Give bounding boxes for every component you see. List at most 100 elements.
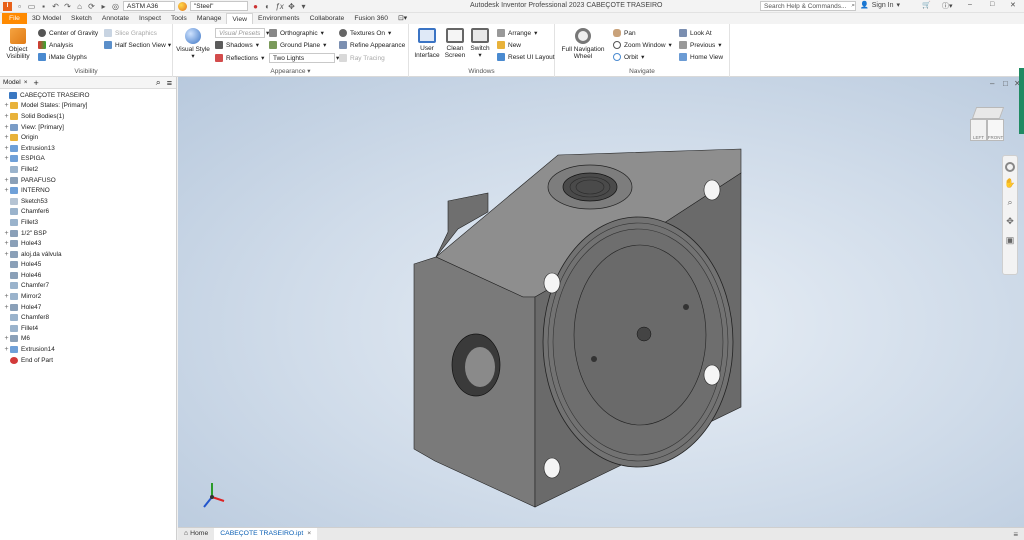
expand-icon[interactable]: +	[3, 113, 10, 120]
nav-wheel-icon[interactable]	[1005, 162, 1015, 172]
clear-override-icon[interactable]: ◐	[263, 2, 272, 11]
minimize-button[interactable]: –	[968, 1, 972, 8]
tab-environments[interactable]: Environments	[253, 13, 305, 24]
tab-fusion-360[interactable]: Fusion 360	[349, 13, 393, 24]
browser-tab-model[interactable]: Model	[3, 79, 21, 86]
browser-tree-item[interactable]: + Origin	[0, 132, 176, 143]
browser-tree-item[interactable]: Sketch53	[0, 196, 176, 207]
user-interface-button[interactable]: User Interface	[412, 28, 442, 59]
analysis-button[interactable]: Analysis	[38, 41, 73, 49]
close-icon[interactable]: ×	[307, 530, 311, 537]
home-view-button[interactable]: Home View	[679, 53, 723, 61]
help-icon[interactable]: ⓘ▾	[942, 1, 953, 11]
search-icon[interactable]: ⌕	[156, 77, 161, 88]
previous-view-button[interactable]: Previous ▾	[679, 41, 722, 49]
reflections-button[interactable]: Reflections ▾	[215, 54, 264, 62]
browser-tree-item[interactable]: CABEÇOTE TRASEIRO	[0, 90, 176, 101]
browser-tree-item[interactable]: + PARAFUSO	[0, 175, 176, 186]
zoom-window-button[interactable]: Zoom Window ▾	[613, 41, 672, 49]
tab-manage[interactable]: Manage	[192, 13, 227, 24]
expand-icon[interactable]: +	[3, 346, 10, 353]
expand-icon[interactable]: +	[3, 251, 10, 258]
expand-icon[interactable]: +	[3, 134, 10, 141]
orbit-button[interactable]: Orbit ▾	[613, 53, 644, 61]
browser-tree-item[interactable]: Fillet4	[0, 323, 176, 334]
browser-tree-item[interactable]: End of Part	[0, 355, 176, 366]
adjust-icon[interactable]: ●	[251, 2, 260, 11]
browser-tree-item[interactable]: + M6	[0, 334, 176, 345]
ground-plane-button[interactable]: Ground Plane ▾	[269, 41, 326, 49]
slice-graphics-button[interactable]: Slice Graphics	[104, 29, 157, 37]
look-at-button[interactable]: Look At	[679, 29, 712, 37]
redo-icon[interactable]: ↷	[63, 2, 72, 11]
reset-ui-layout-button[interactable]: Reset UI Layout	[497, 53, 555, 61]
material-select[interactable]: ASTM A36	[123, 1, 175, 11]
select-icon[interactable]: ▸	[99, 2, 108, 11]
switch-button[interactable]: Switch ▾	[468, 28, 492, 59]
browser-tree-item[interactable]: + View: [Primary]	[0, 122, 176, 133]
add-icon[interactable]: +	[34, 78, 39, 88]
tab-inspect[interactable]: Inspect	[134, 13, 166, 24]
imate-glyphs-button[interactable]: iMate Glyphs	[38, 53, 87, 61]
tab-file[interactable]: File	[2, 13, 27, 24]
tab-document[interactable]: CABEÇOTE TRASEIRO.ipt ×	[214, 528, 318, 540]
viewcube-left[interactable]: LEFT	[970, 119, 987, 141]
ribbon-options-icon[interactable]: ⊡▾	[393, 13, 412, 24]
object-visibility-button[interactable]: Object Visibility	[4, 28, 32, 60]
browser-tree-item[interactable]: + Solid Bodies(1)	[0, 111, 176, 122]
open-icon[interactable]: ▭	[27, 2, 36, 11]
viewport-restore-button[interactable]: □	[1003, 79, 1008, 88]
new-file-icon[interactable]: ▫	[15, 2, 24, 11]
close-icon[interactable]: ×	[24, 79, 28, 86]
home-icon[interactable]: ⌂	[75, 2, 84, 11]
close-button[interactable]: ✕	[1010, 1, 1016, 9]
browser-tree-item[interactable]: Hole46	[0, 270, 176, 281]
expand-icon[interactable]: +	[3, 304, 10, 311]
browser-tree-item[interactable]: + INTERNO	[0, 185, 176, 196]
fx-icon[interactable]: ƒx	[275, 2, 284, 11]
expand-icon[interactable]: +	[3, 293, 10, 300]
maximize-button[interactable]: □	[990, 1, 994, 8]
browser-tree-item[interactable]: Fillet2	[0, 164, 176, 175]
clean-screen-button[interactable]: Clean Screen	[442, 28, 468, 59]
quick-access-dropdown-icon[interactable]: ▾	[299, 2, 308, 11]
browser-tree-item[interactable]: + Model States: [Primary]	[0, 101, 176, 112]
sign-in-button[interactable]: 👤 Sign In ▾	[860, 1, 900, 10]
tab-sketch[interactable]: Sketch	[66, 13, 97, 24]
expand-icon[interactable]: +	[3, 124, 10, 131]
orthographic-button[interactable]: Orthographic ▾	[269, 29, 324, 37]
lights-select[interactable]: Two Lights ▾	[269, 53, 339, 63]
menu-icon[interactable]: ≡	[1013, 530, 1018, 539]
visual-style-button[interactable]: Visual Style ▾	[175, 28, 211, 60]
menu-icon[interactable]: ≡	[167, 78, 172, 88]
save-icon[interactable]: ▪	[39, 2, 48, 11]
tab-tools[interactable]: Tools	[166, 13, 192, 24]
expand-icon[interactable]: +	[3, 335, 10, 342]
expand-icon[interactable]: +	[3, 240, 10, 247]
pan-hand-icon[interactable]: ✋	[1003, 178, 1017, 189]
expand-icon[interactable]: +	[3, 145, 10, 152]
browser-tree-item[interactable]: + Extrusion13	[0, 143, 176, 154]
browser-tree-item[interactable]: Chamfer7	[0, 281, 176, 292]
look-at-icon[interactable]: ▣	[1003, 235, 1017, 246]
browser-tree-item[interactable]: + Mirror2	[0, 291, 176, 302]
expand-icon[interactable]: +	[3, 102, 10, 109]
full-navigation-wheel-button[interactable]: Full Navigation Wheel	[558, 28, 608, 60]
browser-tree-item[interactable]: + ESPIGA	[0, 154, 176, 165]
browser-tree-item[interactable]: +1/2" BSP	[0, 228, 176, 239]
tab-annotate[interactable]: Annotate	[97, 13, 134, 24]
viewcube[interactable]: LEFT FRONT	[968, 107, 1008, 147]
browser-tree-item[interactable]: Chamfer6	[0, 207, 176, 218]
viewcube-top[interactable]	[971, 107, 1005, 119]
browser-tree-item[interactable]: + Extrusion14	[0, 344, 176, 355]
browser-tree-item[interactable]: + aloj.da válvula	[0, 249, 176, 260]
pan-button[interactable]: Pan	[613, 29, 636, 37]
move-icon[interactable]: ✥	[287, 2, 296, 11]
search-input[interactable]: Search Help & Commands... ⌕	[760, 1, 856, 11]
expand-icon[interactable]: +	[3, 177, 10, 184]
expand-icon[interactable]: +	[3, 155, 10, 162]
tab-home[interactable]: ⌂ Home	[178, 528, 214, 540]
zoom-icon[interactable]: ⌕	[1003, 197, 1017, 208]
undo-icon[interactable]: ↶	[51, 2, 60, 11]
browser-tree-item[interactable]: Fillet3	[0, 217, 176, 228]
